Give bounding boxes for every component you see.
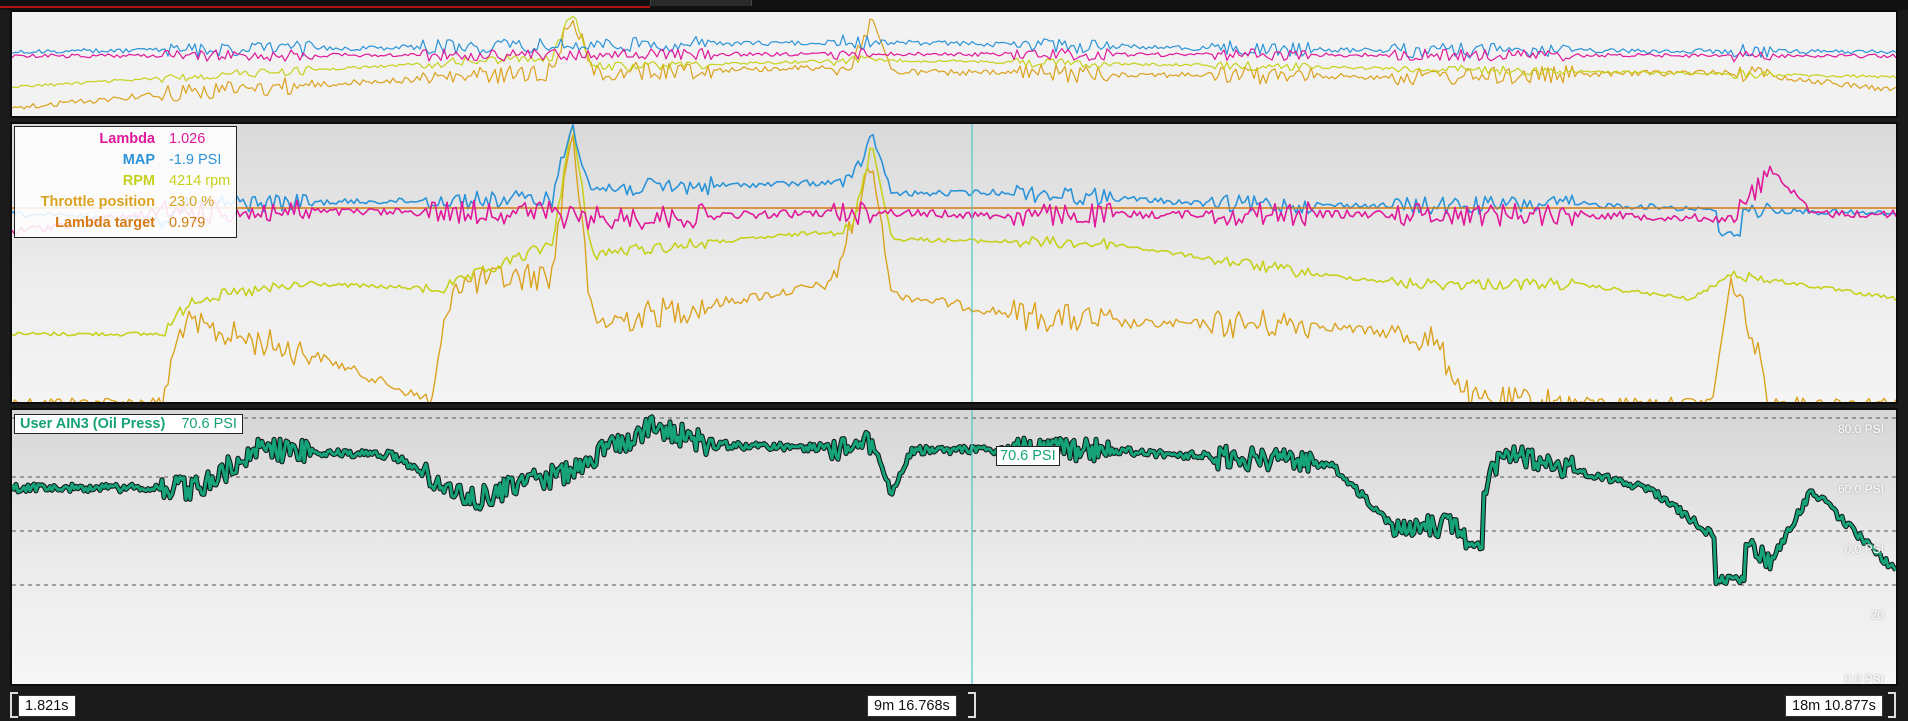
y-tick-label: 20 <box>1870 608 1884 622</box>
cursor-bracket[interactable] <box>968 692 976 718</box>
throttle-trace <box>12 134 1896 402</box>
legend-row-lambda-target[interactable]: Lambda target 0.979 <box>17 213 230 234</box>
legend-name: Lambda <box>99 131 155 147</box>
oil-pressure-trace <box>12 415 1896 586</box>
legend-value: -1.9 PSI <box>169 152 222 168</box>
tab-bar[interactable] <box>0 0 650 8</box>
oil-pressure-trace-outline <box>12 414 1896 587</box>
legend-name: MAP <box>122 152 155 168</box>
y-tick-label: 80.0 PSI <box>1837 422 1884 436</box>
legend-row-map[interactable]: MAP -1.9 PSI <box>17 150 230 171</box>
channel-legend: Lambda 1.026 MAP -1.9 PSI RPM 4214 rpm T… <box>14 126 238 238</box>
overview-graph-panel[interactable] <box>10 10 1898 118</box>
time-axis[interactable]: 1.821s 9m 16.768s 18m 10.877s <box>10 690 1898 721</box>
legend-value: 23.0 % <box>169 194 215 210</box>
cursor-value-tooltip: 70.6 PSI <box>996 446 1060 466</box>
legend-row-lambda[interactable]: Lambda 1.026 <box>17 129 230 150</box>
legend-name: Throttle position <box>40 194 155 210</box>
overview-plot[interactable] <box>12 12 1896 116</box>
oil-channel-value: 70.6 PSI <box>181 416 237 432</box>
overview-rpm-trace <box>12 15 1896 89</box>
legend-value: 1.026 <box>169 131 206 147</box>
legend-value: 0.979 <box>169 215 206 231</box>
time-start-label: 1.821s <box>18 695 76 717</box>
window-tab-strip <box>0 0 1908 10</box>
legend-name: RPM <box>122 173 155 189</box>
y-tick-label: 0.0 PSI <box>1844 542 1884 556</box>
legend-value: 4214 rpm <box>169 173 231 189</box>
y-tick-label: 60.0 PSI <box>1837 482 1884 496</box>
legend-row-rpm[interactable]: RPM 4214 rpm <box>17 171 231 192</box>
y-tick-label: 0.0 PSI <box>1844 672 1884 686</box>
range-start-handle[interactable] <box>10 692 18 718</box>
range-end-handle[interactable] <box>1888 692 1896 718</box>
time-cursor-label: 9m 16.768s <box>867 695 957 717</box>
time-end-label: 18m 10.877s <box>1785 695 1883 717</box>
oil-channel-legend[interactable]: User AIN3 (Oil Press) 70.6 PSI <box>14 414 243 434</box>
overview-throttle-trace <box>12 18 1896 110</box>
main-plot[interactable] <box>12 124 1896 402</box>
oil-pressure-graph-panel[interactable]: User AIN3 (Oil Press) 70.6 PSI 70.6 PSI 8… <box>10 408 1898 686</box>
legend-row-throttle[interactable]: Throttle position 23.0 % <box>17 192 230 213</box>
active-tab[interactable] <box>650 0 752 6</box>
legend-name: Lambda target <box>55 215 155 231</box>
main-graph-panel[interactable]: Lambda 1.026 MAP -1.9 PSI RPM 4214 rpm T… <box>10 122 1898 404</box>
oil-channel-name: User AIN3 (Oil Press) <box>20 416 166 432</box>
oil-pressure-plot[interactable] <box>12 410 1896 684</box>
rpm-trace <box>12 125 1896 337</box>
map-trace <box>12 124 1896 237</box>
lambda-trace <box>12 165 1896 236</box>
